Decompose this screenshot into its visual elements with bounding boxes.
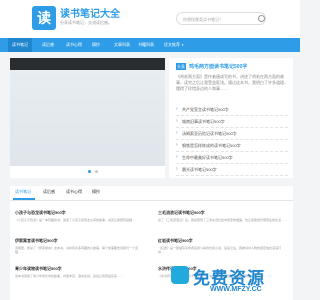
article-summary: 《小孩子与恐龙》是一本有趣的书，讲述了小孩子和恐龙之间的故事，读完让我很有感触…… (15, 218, 139, 222)
list-item[interactable]: › 晨光读书笔记500字 (176, 164, 288, 176)
nav-item-reading-notes[interactable]: 读书笔记 (8, 38, 32, 52)
list-item[interactable]: › 共产党宣言读书笔记500字 (176, 104, 288, 116)
list-item-label: 共产党宣言读书笔记500字 (182, 107, 229, 112)
site-header: 读 读书笔记大全 分享读书笔记，交流读后感。 你想找哪类读书笔记？ (0, 0, 300, 38)
tab-reading-notes[interactable]: 读书笔记 (15, 189, 31, 195)
chevron-right-icon: › (176, 142, 178, 148)
main-nav: 读书笔记 读后感 读书心得 摘抄 文章列表 书籍列表 优文推荐 ▼ (0, 38, 300, 52)
headline-badge: 头条 (176, 63, 186, 70)
article-title[interactable]: 三毛流浪记读书笔记500字 (158, 210, 205, 216)
tab-bar: 读书笔记 读后感 读书心得 摘抄 (10, 186, 293, 201)
article-summary: 《水浒传》是我国古典四大名著之一，书中描写了一百零八位好汉的故事…… (158, 274, 261, 278)
nav-item-label: 优文推荐 (164, 42, 180, 47)
featured-summary: 《鸡毛两方面》是作者唐成写的书，讲述了鸡毛在两方面的故事，读完之后让我受益匪浅。… (176, 74, 288, 91)
nav-item-reflections[interactable]: 读后感 (38, 38, 58, 52)
list-item-label: 晨光读书笔记500字 (182, 167, 217, 172)
list-item-label: 汤姆索亚历险记读书笔记500字 (182, 131, 237, 136)
image-slider[interactable] (10, 58, 165, 178)
article-card[interactable]: 小孩子与恐龙读书笔记500字 《小孩子与恐龙》是一本有趣的书，讲述了小孩子和恐龙… (15, 210, 145, 236)
article-card[interactable]: 伊索寓言读书笔记500字 寒假里，我读了《伊索寓言》这本书，书中有许多有趣的小故… (15, 238, 145, 264)
article-card[interactable]: 红岩读书笔记500字 《红岩》是一部描写革命者英勇斗争的长篇小说，读完之后，我被… (158, 238, 288, 264)
chevron-right-icon: › (176, 118, 178, 124)
chevron-right-icon: › (176, 166, 178, 172)
featured-list: › 共产党宣言读书笔记500字 › 城南旧事读书笔记500字 › 汤姆索亚历险记读书笔… (176, 104, 288, 176)
category-tabs-panel: 读书笔记 读后感 读书心得 摘抄 小孩子与恐龙读书笔记500字 《小孩子与恐龙》… (10, 186, 293, 300)
chevron-down-icon: ▼ (181, 43, 185, 47)
book-icon[interactable]: 读 (32, 6, 56, 30)
list-item-label: 钢铁是怎样炼成的读书笔记500字 (182, 143, 241, 148)
tab-excerpts[interactable]: 摘抄 (92, 189, 100, 195)
chevron-right-icon: › (176, 106, 178, 112)
article-title[interactable]: 水浒传读书笔记500字 (158, 266, 197, 272)
featured-title[interactable]: 鸡毛两方面读书笔记500字 (189, 63, 247, 70)
article-card[interactable]: 三毛流浪记读书笔记500字 读了《三毛流浪记》后，我感受到了三毛在旧社会中的悲惨… (158, 210, 288, 236)
tab-insights[interactable]: 读书心得 (66, 189, 82, 195)
article-summary: 读了《三毛流浪记》后，我感受到了三毛在旧社会中的悲惨遭遇，也让我更加珍惜现在的生… (158, 218, 288, 222)
active-tab-indicator (13, 198, 35, 200)
article-title[interactable]: 小孩子与恐龙读书笔记500字 (15, 210, 66, 216)
site-title[interactable]: 读书笔记大全 (60, 5, 120, 20)
chevron-right-icon: › (176, 154, 178, 160)
article-title[interactable]: 红岩读书笔记500字 (158, 238, 193, 244)
list-item-label: 生命中最美好读书笔记500字 (182, 155, 233, 160)
article-summary: 寒假里，我读了《伊索寓言》这本书，书中有许多有趣的小故事，每个故事都告诉我们一个… (15, 246, 139, 254)
slide-image[interactable] (10, 58, 165, 166)
site-subtitle: 分享读书笔记，交流读后感。 (60, 20, 112, 25)
list-item-label: 城南旧事读书笔记500字 (182, 119, 225, 124)
list-item[interactable]: › 钢铁是怎样炼成的读书笔记500字 (176, 140, 288, 152)
slider-dot[interactable] (95, 170, 98, 173)
list-item[interactable]: › 汤姆索亚历险记读书笔记500字 (176, 128, 288, 140)
search-input[interactable]: 你想找哪类读书笔记？ (176, 12, 266, 25)
slide-top-bar (10, 58, 165, 70)
article-summary: 《红岩》是一部描写革命者英勇斗争的长篇小说，读完之后，我被书中人物的坚定信念深深… (158, 246, 282, 254)
nav-item-excerpts[interactable]: 摘抄 (88, 38, 104, 52)
featured-panel: 头条 鸡毛两方面读书笔记500字 《鸡毛两方面》是作者唐成写的书，讲述了鸡毛在两… (169, 58, 293, 178)
nav-item-recommended[interactable]: 优文推荐 ▼ (160, 38, 188, 52)
search-icon[interactable] (258, 15, 265, 22)
list-item[interactable]: › 城南旧事读书笔记500字 (176, 116, 288, 128)
chevron-right-icon: › (176, 130, 178, 136)
list-item[interactable]: › 生命中最美好读书笔记500字 (176, 152, 288, 164)
article-card[interactable]: 青少年读物读书笔记500字 这本书讲述了青少年成长中的故事，内容丰富，语言生动，… (15, 266, 145, 292)
article-title[interactable]: 青少年读物读书笔记500字 (15, 266, 62, 272)
article-title[interactable]: 伊索寓言读书笔记500字 (15, 238, 58, 244)
nav-item-article-list[interactable]: 文章列表 (110, 38, 134, 52)
nav-item-insights[interactable]: 读书心得 (62, 38, 86, 52)
nav-item-book-list[interactable]: 书籍列表 (134, 38, 158, 52)
article-card[interactable]: 水浒传读书笔记500字 《水浒传》是我国古典四大名著之一，书中描写了一百零八位好… (158, 266, 288, 292)
slider-dot[interactable] (88, 170, 91, 173)
tab-reflections[interactable]: 读后感 (43, 189, 55, 195)
article-summary: 这本书讲述了青少年成长中的故事，内容丰富，语言生动，读后让我受益良多…… (15, 274, 124, 278)
